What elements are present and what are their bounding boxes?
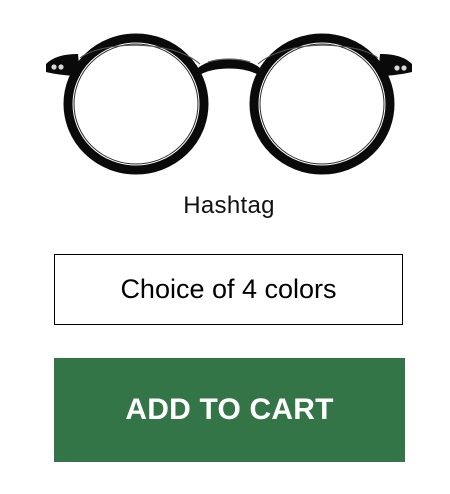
add-to-cart-button[interactable]: ADD TO CART <box>54 358 405 462</box>
product-image[interactable] <box>40 28 418 178</box>
color-choice-selector[interactable]: Choice of 4 colors <box>54 254 403 325</box>
round-eyeglasses-image <box>46 33 412 175</box>
product-card: Hashtag Choice of 4 colors ADD TO CART <box>0 0 450 494</box>
product-name: Hashtag <box>183 192 275 219</box>
